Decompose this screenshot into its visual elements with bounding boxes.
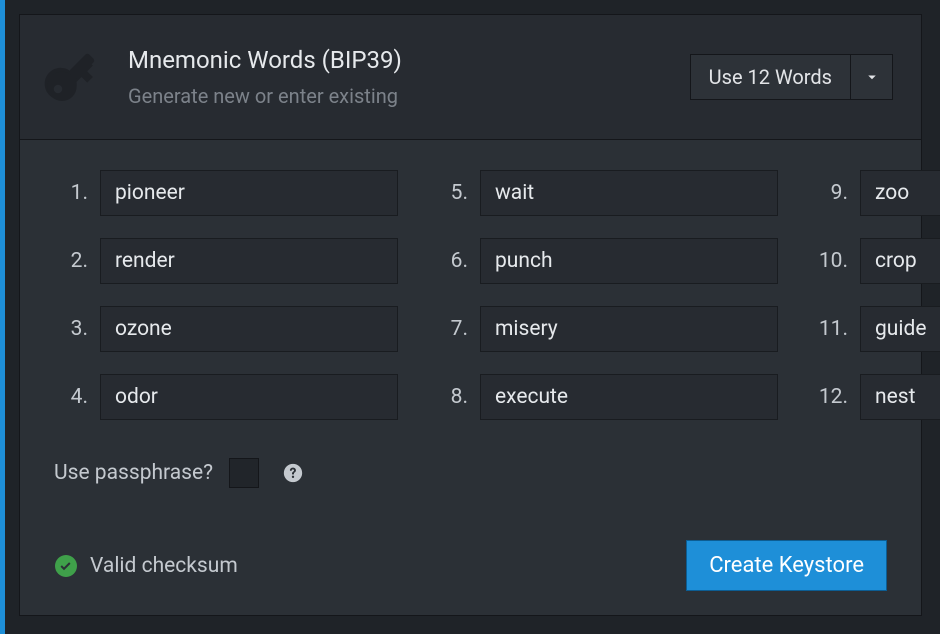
word-input-5[interactable] (480, 170, 778, 216)
word-row: 6. (434, 238, 778, 284)
status-text: Valid checksum (90, 554, 238, 578)
word-row: 1. (54, 170, 398, 216)
word-number: 12. (814, 385, 848, 409)
word-input-3[interactable] (100, 306, 398, 352)
panel-header: Mnemonic Words (BIP39) Generate new or e… (20, 15, 921, 140)
word-input-4[interactable] (100, 374, 398, 420)
panel-title: Mnemonic Words (BIP39) (128, 46, 672, 74)
header-text: Mnemonic Words (BIP39) Generate new or e… (128, 46, 672, 108)
word-input-2[interactable] (100, 238, 398, 284)
mnemonic-panel: Mnemonic Words (BIP39) Generate new or e… (19, 14, 922, 616)
panel-subtitle: Generate new or enter existing (128, 84, 672, 108)
word-input-12[interactable] (860, 374, 940, 420)
checksum-status: Valid checksum (54, 554, 238, 578)
word-number: 3. (54, 317, 88, 341)
word-input-8[interactable] (480, 374, 778, 420)
passphrase-row: Use passphrase? (54, 458, 887, 488)
word-number: 8. (434, 385, 468, 409)
word-count-dropdown[interactable]: Use 12 Words (690, 54, 893, 100)
window-outer: Mnemonic Words (BIP39) Generate new or e… (0, 0, 940, 634)
word-number: 10. (814, 249, 848, 273)
mnemonic-grid: 1. 2. 3. 4. 5. (54, 170, 887, 420)
panel-footer: Valid checksum Create Keystore (54, 510, 887, 591)
key-icon (38, 41, 110, 113)
word-row: 10. (814, 238, 940, 284)
word-number: 5. (434, 181, 468, 205)
word-row: 4. (54, 374, 398, 420)
panel-body: 1. 2. 3. 4. 5. (20, 140, 921, 615)
word-input-6[interactable] (480, 238, 778, 284)
word-number: 6. (434, 249, 468, 273)
word-number: 4. (54, 385, 88, 409)
word-number: 1. (54, 181, 88, 205)
word-row: 12. (814, 374, 940, 420)
word-input-11[interactable] (860, 306, 940, 352)
word-row: 3. (54, 306, 398, 352)
create-keystore-button[interactable]: Create Keystore (686, 540, 887, 591)
word-number: 11. (814, 317, 848, 341)
word-number: 9. (814, 181, 848, 205)
word-number: 7. (434, 317, 468, 341)
help-icon[interactable] (281, 461, 305, 485)
word-input-1[interactable] (100, 170, 398, 216)
word-row: 11. (814, 306, 940, 352)
word-row: 9. (814, 170, 940, 216)
passphrase-checkbox[interactable] (229, 458, 259, 488)
word-row: 2. (54, 238, 398, 284)
word-input-9[interactable] (860, 170, 940, 216)
word-count-label[interactable]: Use 12 Words (690, 54, 851, 100)
passphrase-label: Use passphrase? (54, 461, 213, 485)
word-row: 8. (434, 374, 778, 420)
chevron-down-icon[interactable] (851, 54, 893, 100)
word-input-10[interactable] (860, 238, 940, 284)
word-row: 7. (434, 306, 778, 352)
word-number: 2. (54, 249, 88, 273)
check-circle-icon (54, 554, 78, 578)
word-row: 5. (434, 170, 778, 216)
word-input-7[interactable] (480, 306, 778, 352)
